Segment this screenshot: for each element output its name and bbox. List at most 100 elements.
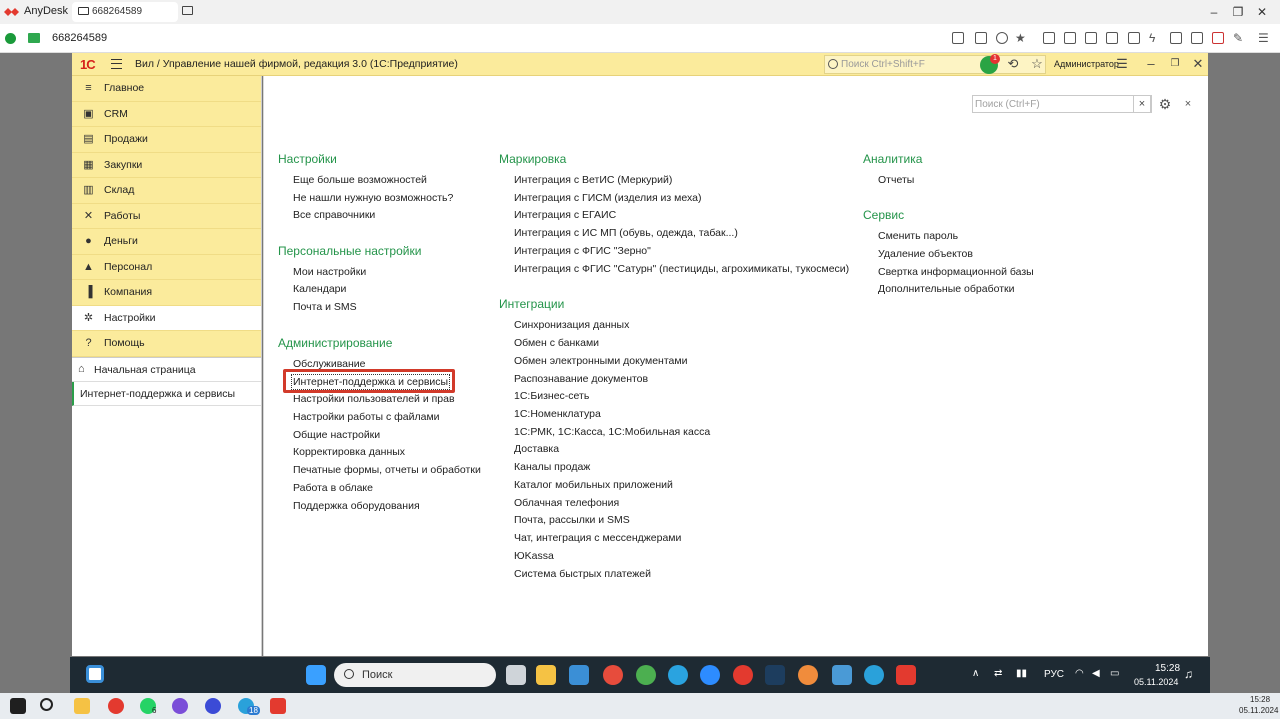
settings-menu-icon[interactable]: ☰ bbox=[1115, 57, 1129, 71]
link-fgis-saturn[interactable]: Интеграция с ФГИС "Сатурн" (пестициды, а… bbox=[514, 263, 849, 275]
widgets-icon[interactable] bbox=[506, 665, 526, 685]
section-sales[interactable]: ▤ Продажи bbox=[72, 127, 261, 153]
link-edi[interactable]: Обмен электронными документами bbox=[514, 355, 687, 367]
link-more-features[interactable]: Еще больше возможностей bbox=[293, 174, 427, 186]
link-ib-rollup[interactable]: Свертка информационной базы bbox=[878, 266, 1034, 278]
monitor-switch-icon[interactable] bbox=[1106, 32, 1118, 44]
minimize-icon[interactable]: – bbox=[1144, 57, 1158, 71]
action-icon[interactable]: ϟ bbox=[1149, 32, 1161, 44]
link-general-settings[interactable]: Общие настройки bbox=[293, 429, 380, 441]
star-icon[interactable]: ★ bbox=[1015, 32, 1027, 44]
link-data-sync[interactable]: Синхронизация данных bbox=[514, 319, 629, 331]
anydesk-icon[interactable] bbox=[270, 698, 286, 714]
record-icon[interactable] bbox=[1212, 32, 1224, 44]
cursor-app-icon[interactable] bbox=[765, 665, 785, 685]
link-reports[interactable]: Отчеты bbox=[878, 174, 914, 186]
audio-meter-icon[interactable]: ▮▮ bbox=[1016, 668, 1027, 679]
section-works[interactable]: ✕ Работы bbox=[72, 204, 261, 229]
clear-search-icon[interactable]: × bbox=[1133, 95, 1151, 113]
folder-icon[interactable] bbox=[536, 665, 556, 685]
section-purchases[interactable]: ▦ Закупки bbox=[72, 153, 261, 178]
minimize-icon[interactable]: – bbox=[1206, 4, 1222, 20]
remote-clock-date[interactable]: 05.11.2024 bbox=[1134, 677, 1178, 687]
link-chat-messengers[interactable]: Чат, интеграция с мессенджерами bbox=[514, 532, 681, 544]
grid-icon[interactable] bbox=[1191, 32, 1203, 44]
link-cloud-telephony[interactable]: Облачная телефония bbox=[514, 497, 619, 509]
close-panel-icon[interactable]: × bbox=[1181, 96, 1195, 112]
section-company[interactable]: ▐ Компания bbox=[72, 280, 261, 306]
chrome-alt-icon[interactable] bbox=[636, 665, 656, 685]
link-nomenclature[interactable]: 1С:Номенклатура bbox=[514, 408, 601, 420]
link-fgis-zerno[interactable]: Интеграция с ФГИС "Зерно" bbox=[514, 245, 651, 257]
start-icon[interactable] bbox=[306, 665, 326, 685]
link-all-catalogs[interactable]: Все справочники bbox=[293, 209, 375, 221]
link-print-forms[interactable]: Печатные формы, отчеты и обработки bbox=[293, 464, 481, 476]
yandex-icon[interactable] bbox=[733, 665, 753, 685]
link-bank-exchange[interactable]: Обмен с банками bbox=[514, 337, 599, 349]
link-delete-objects[interactable]: Удаление объектов bbox=[878, 248, 973, 260]
windows-start-icon[interactable] bbox=[10, 698, 26, 714]
message-icon[interactable] bbox=[1128, 32, 1140, 44]
link-mobile-apps[interactable]: Каталог мобильных приложений bbox=[514, 479, 673, 491]
link-rmk-kassa[interactable]: 1С:РМК, 1С:Касса, 1С:Мобильная касса bbox=[514, 426, 710, 438]
taskbar-search-input[interactable]: Поиск bbox=[334, 663, 496, 687]
link-change-password[interactable]: Сменить пароль bbox=[878, 230, 958, 242]
store-icon[interactable] bbox=[569, 665, 589, 685]
link-is-mp[interactable]: Интеграция с ИС МП (обувь, одежда, табак… bbox=[514, 227, 738, 239]
chevron-up-icon[interactable]: ∧ bbox=[972, 668, 979, 679]
link-equipment-support[interactable]: Поддержка оборудования bbox=[293, 500, 420, 512]
anydesk-icon[interactable] bbox=[896, 665, 916, 685]
onec-app-icon[interactable] bbox=[798, 665, 818, 685]
input-icon[interactable] bbox=[1170, 32, 1182, 44]
wifi-icon[interactable]: ◠ bbox=[1075, 668, 1084, 679]
section-personnel[interactable]: ▲ Персонал bbox=[72, 255, 261, 280]
anydesk-session-tab[interactable]: 668264589 bbox=[72, 2, 178, 22]
link-not-found-feature[interactable]: Не нашли нужную возможность? bbox=[293, 192, 453, 204]
telegram-icon[interactable] bbox=[864, 665, 884, 685]
current-user[interactable]: Администратор bbox=[1054, 59, 1119, 69]
close-icon[interactable]: ✕ bbox=[1254, 4, 1270, 20]
link-egais[interactable]: Интеграция с ЕГАИС bbox=[514, 209, 616, 221]
task-view-icon[interactable] bbox=[86, 665, 104, 683]
link-mail-mailing[interactable]: Почта, рассылки и SMS bbox=[514, 514, 630, 526]
link-data-correction[interactable]: Корректировка данных bbox=[293, 446, 405, 458]
link-business-net[interactable]: 1С:Бизнес-сеть bbox=[514, 390, 589, 402]
link-calendars[interactable]: Календари bbox=[293, 283, 346, 295]
favorites-icon[interactable]: ☆ bbox=[1030, 57, 1044, 71]
keyboard-icon[interactable] bbox=[1064, 32, 1076, 44]
menu-icon[interactable]: ☰ bbox=[1258, 32, 1270, 44]
link-sbp[interactable]: Система быстрых платежей bbox=[514, 568, 651, 580]
section-help[interactable]: ? Помощь bbox=[72, 331, 261, 357]
database-icon[interactable] bbox=[996, 32, 1008, 44]
screen-icon[interactable] bbox=[1085, 32, 1097, 44]
new-session-icon[interactable] bbox=[182, 6, 193, 15]
close-icon[interactable]: ✕ bbox=[1191, 57, 1205, 71]
link-file-settings[interactable]: Настройки работы с файлами bbox=[293, 411, 440, 423]
edge-icon[interactable] bbox=[668, 665, 688, 685]
folder-icon[interactable] bbox=[74, 698, 90, 714]
link-sales-channels[interactable]: Каналы продаж bbox=[514, 461, 590, 473]
restore-icon[interactable]: ❐ bbox=[1230, 4, 1246, 20]
local-clock-time[interactable]: 15:28 bbox=[1250, 695, 1270, 704]
display-icon[interactable] bbox=[975, 32, 987, 44]
section-money[interactable]: ● Деньги bbox=[72, 229, 261, 255]
chrome-icon[interactable] bbox=[603, 665, 623, 685]
language-indicator[interactable]: РУС bbox=[1044, 669, 1064, 680]
zoom-icon[interactable] bbox=[700, 665, 720, 685]
link-yookassa[interactable]: ЮKassa bbox=[514, 550, 554, 562]
notification-bell-icon[interactable]: ♫ bbox=[1184, 667, 1193, 681]
yandex-icon[interactable] bbox=[108, 698, 124, 714]
section-crm[interactable]: ▣ CRM bbox=[72, 102, 261, 127]
chat-icon[interactable] bbox=[952, 32, 964, 44]
hamburger-menu-icon[interactable] bbox=[111, 59, 122, 69]
link-cloud-work[interactable]: Работа в облаке bbox=[293, 482, 373, 494]
history-icon[interactable]: ⟲ bbox=[1006, 57, 1020, 71]
link-extra-processing[interactable]: Дополнительные обработки bbox=[878, 283, 1014, 295]
restore-icon[interactable]: ❐ bbox=[1168, 57, 1182, 71]
panel-search-input[interactable]: Поиск (Ctrl+F) bbox=[972, 95, 1152, 113]
local-clock-date[interactable]: 05.11.2024 bbox=[1239, 706, 1278, 715]
section-warehouse[interactable]: ▥ Склад bbox=[72, 178, 261, 204]
gear-icon[interactable]: ⚙ bbox=[1157, 96, 1173, 112]
link-delivery[interactable]: Доставка bbox=[514, 443, 559, 455]
volume-icon[interactable]: ◀ bbox=[1092, 668, 1100, 679]
